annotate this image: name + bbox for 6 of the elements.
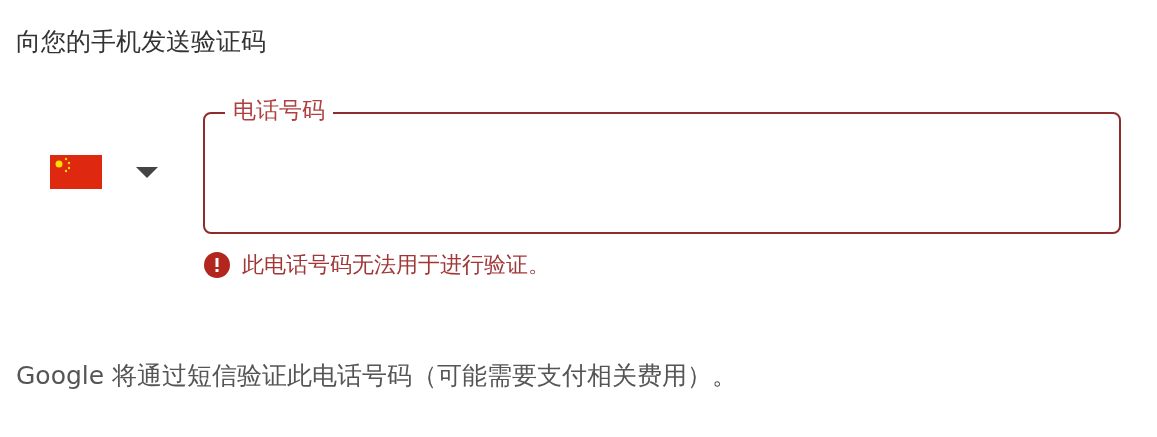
error-message: 此电话号码无法用于进行验证。 <box>242 251 550 279</box>
heading: 向您的手机发送验证码 <box>16 26 267 58</box>
error-icon <box>204 252 230 278</box>
footer-note: Google 将通过短信验证此电话号码（可能需要支付相关费用）。 <box>16 360 739 392</box>
flag-icon <box>50 155 102 189</box>
caret-icon <box>136 166 158 178</box>
